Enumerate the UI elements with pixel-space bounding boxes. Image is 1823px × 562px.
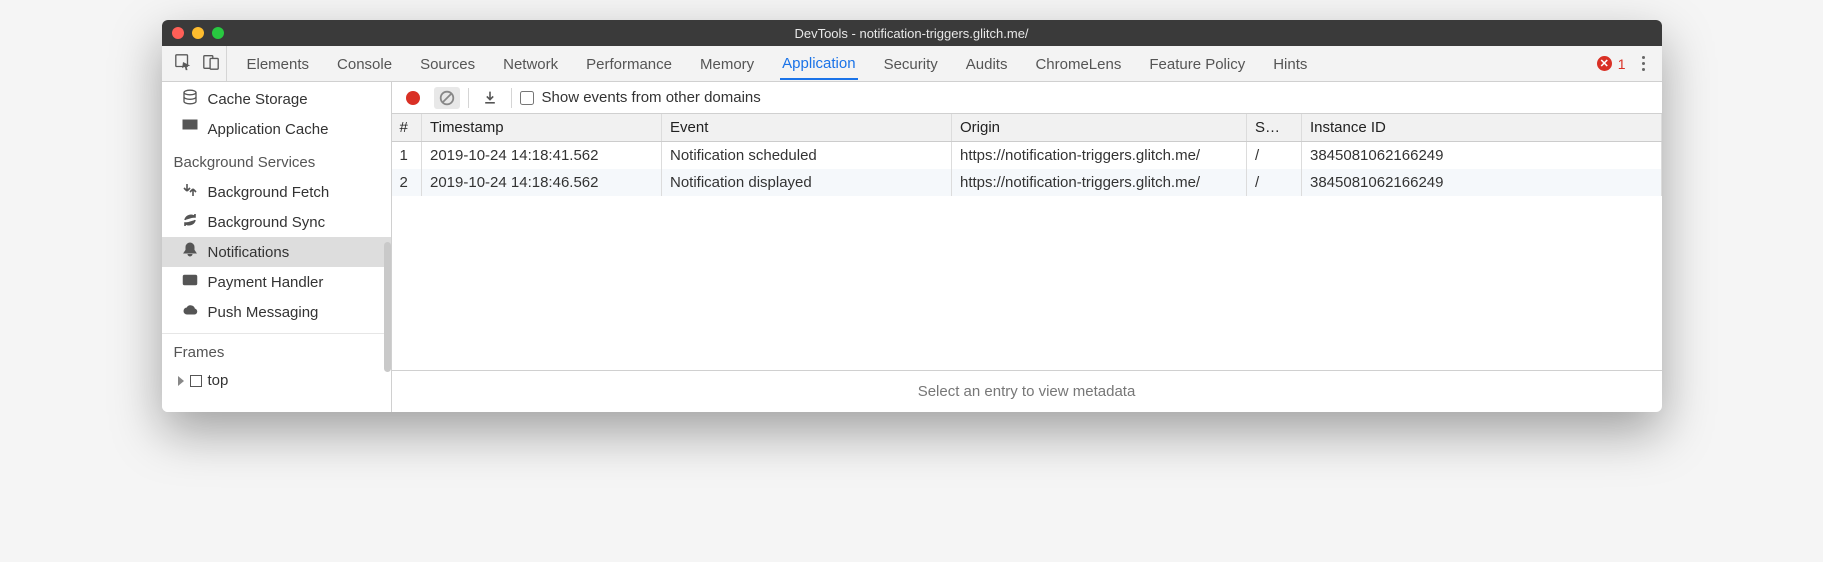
- sidebar-heading-frames: Frames: [162, 336, 391, 367]
- events-table: #TimestampEventOriginSW …Instance ID 120…: [392, 114, 1662, 196]
- cell-ev: Notification displayed: [662, 169, 952, 196]
- bgf-icon: [182, 182, 198, 202]
- tab-network[interactable]: Network: [501, 49, 560, 79]
- column-header[interactable]: Timestamp: [422, 114, 662, 142]
- sidebar-item-label: Cache Storage: [208, 91, 308, 108]
- sidebar-item-label: Payment Handler: [208, 274, 324, 291]
- tab-performance[interactable]: Performance: [584, 49, 674, 79]
- panel-tabs: Elements Console Sources Network Performance…: [227, 48, 1597, 80]
- column-header[interactable]: SW …: [1247, 114, 1302, 142]
- more-options-button[interactable]: [1632, 56, 1656, 71]
- show-other-domains-input[interactable]: [520, 91, 534, 105]
- devtools-window: DevTools - notification-triggers.glitch.…: [162, 20, 1662, 412]
- sidebar-item-label: Notifications: [208, 244, 290, 261]
- sidebar-item-label: Push Messaging: [208, 304, 319, 321]
- tab-feature-policy[interactable]: Feature Policy: [1147, 49, 1247, 79]
- column-header[interactable]: #: [392, 114, 422, 142]
- error-count: 1: [1618, 56, 1626, 72]
- cell-n: 2: [392, 169, 422, 196]
- toolbar-divider: [468, 88, 469, 108]
- grid-icon: [182, 119, 198, 139]
- record-icon: [406, 91, 420, 105]
- sidebar-storage-group: Cache Storage Application Cache: [162, 82, 391, 144]
- record-button[interactable]: [400, 87, 426, 109]
- zoom-window-button[interactable]: [212, 27, 224, 39]
- cell-or: https://notification-triggers.glitch.me/: [952, 142, 1247, 170]
- main-area: Cache Storage Application Cache Backgroun…: [162, 82, 1662, 412]
- cell-ev: Notification scheduled: [662, 142, 952, 170]
- sync-icon: [182, 212, 198, 232]
- sidebar-heading-bg: Background Services: [162, 146, 391, 177]
- sidebar-item-label: Application Cache: [208, 121, 329, 138]
- inspect-element-icon[interactable]: [174, 53, 192, 74]
- clear-icon: [438, 89, 456, 107]
- tab-memory[interactable]: Memory: [698, 49, 756, 79]
- db-icon: [182, 89, 198, 109]
- events-table-container: #TimestampEventOriginSW …Instance ID 120…: [392, 114, 1662, 371]
- cloud-icon: [182, 302, 198, 322]
- sidebar-item-push-messaging[interactable]: Push Messaging: [162, 297, 391, 327]
- device-toggle-icon[interactable]: [202, 53, 220, 74]
- cell-sw: /: [1247, 169, 1302, 196]
- frame-label: top: [208, 372, 229, 389]
- error-icon: ✕: [1597, 56, 1612, 71]
- show-other-domains-label: Show events from other domains: [542, 89, 761, 106]
- clear-button[interactable]: [434, 87, 460, 109]
- top-tabbar: Elements Console Sources Network Performance…: [162, 46, 1662, 82]
- sidebar: Cache Storage Application Cache Backgroun…: [162, 82, 392, 412]
- show-other-domains-checkbox[interactable]: Show events from other domains: [520, 89, 761, 106]
- panel-toolbar: Show events from other domains: [392, 82, 1662, 114]
- sidebar-bg-group: Background Services Background Fetch Back…: [162, 144, 391, 327]
- column-header[interactable]: Origin: [952, 114, 1247, 142]
- bell-icon: [182, 242, 198, 262]
- sidebar-item-notifications[interactable]: Notifications: [162, 237, 391, 267]
- table-row[interactable]: 12019-10-24 14:18:41.562Notification sch…: [392, 142, 1662, 170]
- tab-sources[interactable]: Sources: [418, 49, 477, 79]
- sidebar-item-label: Background Sync: [208, 214, 326, 231]
- sidebar-item-payment-handler[interactable]: Payment Handler: [162, 267, 391, 297]
- table-header-row: #TimestampEventOriginSW …Instance ID: [392, 114, 1662, 142]
- sidebar-item-label: Background Fetch: [208, 184, 330, 201]
- traffic-lights: [162, 27, 224, 39]
- tab-chromelens[interactable]: ChromeLens: [1033, 49, 1123, 79]
- frame-top[interactable]: top: [162, 367, 391, 394]
- close-window-button[interactable]: [172, 27, 184, 39]
- table-row[interactable]: 22019-10-24 14:18:46.562Notification dis…: [392, 169, 1662, 196]
- tab-hints[interactable]: Hints: [1271, 49, 1309, 79]
- cell-or: https://notification-triggers.glitch.me/: [952, 169, 1247, 196]
- tab-security[interactable]: Security: [882, 49, 940, 79]
- inspect-controls: [168, 46, 227, 81]
- minimize-window-button[interactable]: [192, 27, 204, 39]
- tab-elements[interactable]: Elements: [245, 49, 312, 79]
- toolbar-divider: [511, 88, 512, 108]
- sidebar-item-cache-storage[interactable]: Cache Storage: [162, 84, 391, 114]
- sidebar-item-background-sync[interactable]: Background Sync: [162, 207, 391, 237]
- error-indicator[interactable]: ✕ 1: [1597, 56, 1632, 72]
- tab-console[interactable]: Console: [335, 49, 394, 79]
- tab-audits[interactable]: Audits: [964, 49, 1010, 79]
- tab-application[interactable]: Application: [780, 48, 857, 80]
- metadata-hint: Select an entry to view metadata: [392, 371, 1662, 412]
- cell-ts: 2019-10-24 14:18:46.562: [422, 169, 662, 196]
- right-panel: Show events from other domains #Timestam…: [392, 82, 1662, 412]
- cell-ts: 2019-10-24 14:18:41.562: [422, 142, 662, 170]
- column-header[interactable]: Instance ID: [1302, 114, 1662, 142]
- cell-id: 3845081062166249: [1302, 142, 1662, 170]
- window-title: DevTools - notification-triggers.glitch.…: [162, 26, 1662, 41]
- table-body: 12019-10-24 14:18:41.562Notification sch…: [392, 142, 1662, 197]
- card-icon: [182, 272, 198, 292]
- download-icon: [482, 90, 498, 106]
- column-header[interactable]: Event: [662, 114, 952, 142]
- frame-icon: [190, 375, 202, 387]
- cell-id: 3845081062166249: [1302, 169, 1662, 196]
- sidebar-frames-group: Frames top: [162, 333, 391, 394]
- sidebar-item-background-fetch[interactable]: Background Fetch: [162, 177, 391, 207]
- disclosure-triangle-icon: [178, 376, 184, 386]
- cell-n: 1: [392, 142, 422, 170]
- titlebar: DevTools - notification-triggers.glitch.…: [162, 20, 1662, 46]
- cell-sw: /: [1247, 142, 1302, 170]
- sidebar-item-application-cache[interactable]: Application Cache: [162, 114, 391, 144]
- download-button[interactable]: [477, 87, 503, 109]
